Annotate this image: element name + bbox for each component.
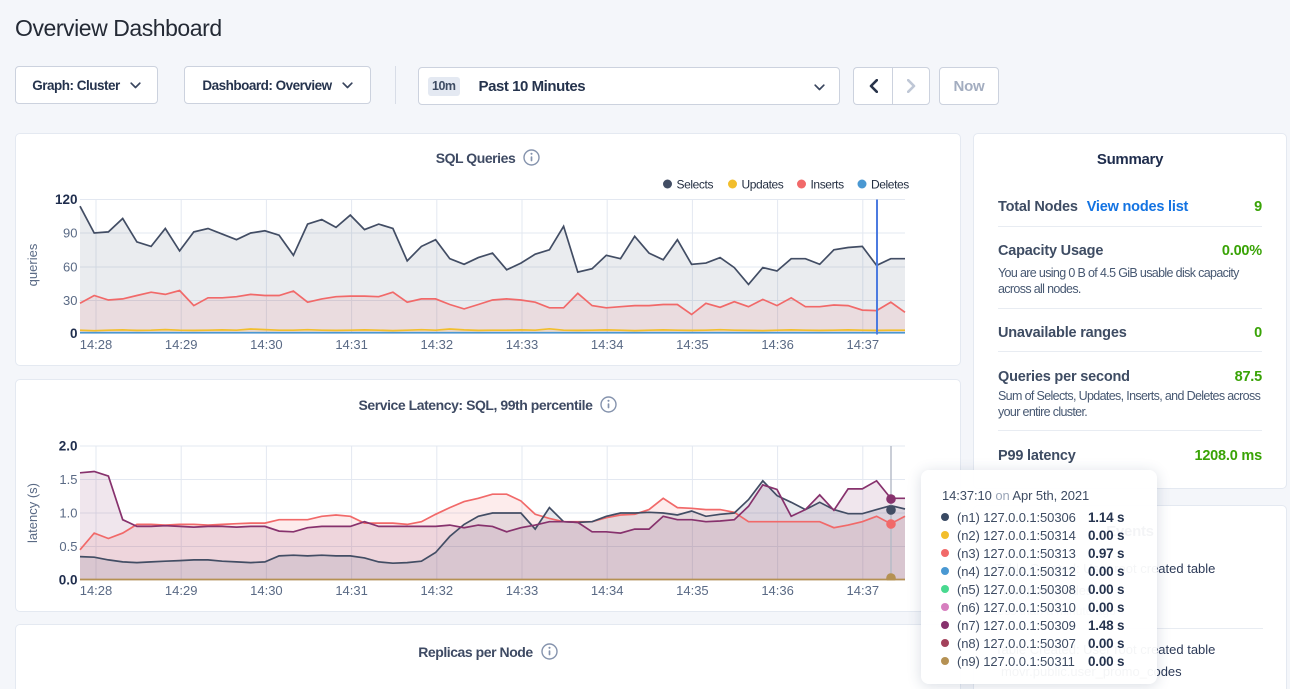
svg-text:120: 120 [55, 192, 78, 207]
svg-text:0.0: 0.0 [59, 573, 78, 588]
svg-text:Inserts: Inserts [811, 178, 845, 192]
svg-text:Deletes: Deletes [871, 178, 909, 192]
svg-text:14:35: 14:35 [676, 337, 709, 352]
svg-text:14:31: 14:31 [335, 583, 368, 598]
svg-text:1.5: 1.5 [59, 472, 77, 487]
svg-text:14:33: 14:33 [506, 337, 539, 352]
svg-text:14:32: 14:32 [421, 337, 454, 352]
svg-text:90: 90 [63, 226, 77, 241]
svg-text:queries: queries [25, 243, 40, 286]
svg-text:latency (s): latency (s) [25, 483, 40, 543]
svg-text:14:34: 14:34 [591, 337, 624, 352]
svg-text:30: 30 [63, 293, 77, 308]
svg-text:14:32: 14:32 [421, 583, 454, 598]
svg-text:1.0: 1.0 [59, 506, 77, 521]
svg-text:14:37: 14:37 [847, 337, 880, 352]
svg-text:2.0: 2.0 [59, 439, 78, 454]
svg-text:14:34: 14:34 [591, 583, 624, 598]
svg-text:0: 0 [70, 326, 78, 341]
svg-text:14:33: 14:33 [506, 583, 539, 598]
svg-text:14:31: 14:31 [335, 337, 368, 352]
svg-text:14:28: 14:28 [80, 583, 113, 598]
svg-text:0.5: 0.5 [59, 539, 77, 554]
svg-text:Selects: Selects [677, 178, 714, 192]
svg-text:14:35: 14:35 [676, 583, 709, 598]
svg-text:60: 60 [63, 260, 77, 275]
svg-text:14:36: 14:36 [761, 583, 794, 598]
svg-text:14:37: 14:37 [847, 583, 880, 598]
svg-text:14:36: 14:36 [761, 337, 794, 352]
svg-text:14:30: 14:30 [250, 583, 283, 598]
svg-text:14:30: 14:30 [250, 337, 283, 352]
svg-text:14:29: 14:29 [165, 337, 198, 352]
svg-text:14:28: 14:28 [80, 337, 113, 352]
svg-text:14:29: 14:29 [165, 583, 198, 598]
svg-text:Updates: Updates [742, 178, 784, 192]
